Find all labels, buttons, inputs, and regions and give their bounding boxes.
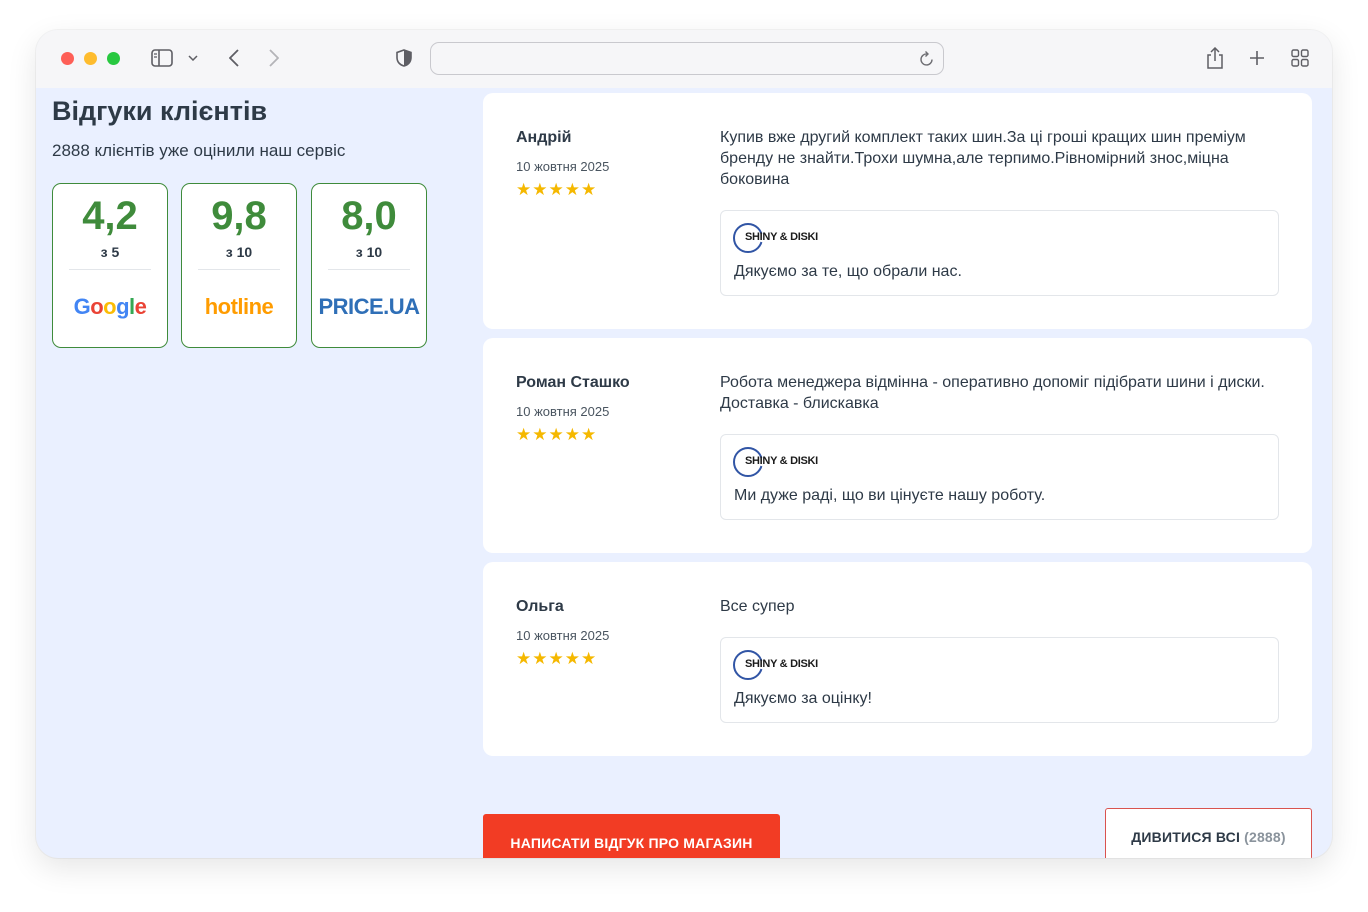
- reply-text: Ми дуже раді, що ви цінуєте нашу роботу.: [734, 487, 1046, 504]
- star-rating-icon: ★★★★★: [516, 425, 598, 444]
- chevron-down-icon[interactable]: [186, 45, 200, 71]
- rating-card-google[interactable]: 4,2 з 5 Google: [52, 183, 168, 348]
- tab-overview-icon[interactable]: [1289, 45, 1311, 71]
- sidebar-toggle-icon[interactable]: [150, 45, 174, 71]
- page-content: Відгуки клієнтів 2888 клієнтів уже оціни…: [36, 88, 1332, 858]
- star-rating-icon: ★★★★★: [516, 180, 598, 199]
- reviews-summary: 2888 клієнтів уже оцінили наш сервіс: [52, 141, 346, 160]
- rating-score: 4,2: [82, 194, 138, 238]
- review-author: Ольга: [516, 598, 564, 615]
- logo-name: SHINY & DISKI: [745, 231, 818, 243]
- store-reply: SHINY & DISKI Дякуємо за те, що обрали н…: [720, 210, 1279, 296]
- minimize-window-button[interactable]: [84, 52, 97, 65]
- google-logo: Google: [73, 294, 147, 319]
- forward-arrow-icon[interactable]: [264, 45, 284, 71]
- rating-card-price-ua[interactable]: 8,0 з 10 PRICE.UA: [311, 183, 427, 348]
- back-arrow-icon[interactable]: [224, 45, 244, 71]
- store-reply: SHINY & DISKI Ми дуже раді, що ви цінуєт…: [720, 434, 1279, 520]
- hotline-logo: hotline: [204, 294, 274, 319]
- share-icon[interactable]: [1204, 45, 1226, 71]
- reply-text: Дякуємо за оцінку!: [734, 690, 872, 707]
- star-rating-icon: ★★★★★: [516, 649, 598, 668]
- review-date: 10 жовтня 2025: [516, 404, 610, 419]
- rating-card-hotline[interactable]: 9,8 з 10 hotline: [181, 183, 297, 348]
- browser-toolbar: [36, 30, 1332, 88]
- price-ua-logo: PRICE.UA: [318, 294, 420, 319]
- view-all-count: (2888): [1244, 829, 1286, 845]
- reply-text: Дякуємо за те, що обрали нас.: [734, 263, 962, 280]
- review-date: 10 жовтня 2025: [516, 628, 610, 643]
- shiny-diski-logo: SHINY & DISKI: [733, 650, 843, 680]
- write-review-button[interactable]: НАПИСАТИ ВІДГУК ПРО МАГАЗИН: [483, 814, 780, 858]
- review-card: Ольга 10 жовтня 2025 ★★★★★ Все супер SHI…: [483, 562, 1312, 756]
- rating-score: 8,0: [341, 194, 397, 238]
- review-card: Андрій 10 жовтня 2025 ★★★★★ Купив вже др…: [483, 93, 1312, 329]
- shiny-diski-logo: SHINY & DISKI: [733, 447, 843, 477]
- review-text: Робота менеджера відмінна - оперативно д…: [720, 374, 1265, 412]
- page-title: Відгуки клієнтів: [52, 96, 268, 126]
- rating-scale: з 10: [225, 244, 253, 260]
- rating-scale: з 10: [355, 244, 383, 260]
- view-all-reviews-button[interactable]: ДИВИТИСЯ ВСІ (2888): [1105, 808, 1312, 858]
- new-tab-plus-icon[interactable]: [1246, 45, 1268, 71]
- view-all-label: ДИВИТИСЯ ВСІ: [1131, 829, 1241, 845]
- zoom-window-button[interactable]: [107, 52, 120, 65]
- review-author: Андрій: [516, 129, 572, 146]
- address-bar[interactable]: [430, 42, 944, 75]
- shiny-diski-logo: SHINY & DISKI: [733, 223, 843, 253]
- review-card: Роман Сташко 10 жовтня 2025 ★★★★★ Робота…: [483, 338, 1312, 553]
- rating-scale: з 5: [100, 244, 120, 260]
- divider: [328, 269, 410, 270]
- store-reply: SHINY & DISKI Дякуємо за оцінку!: [720, 637, 1279, 723]
- review-date: 10 жовтня 2025: [516, 159, 610, 174]
- review-author: Роман Сташко: [516, 374, 630, 391]
- close-window-button[interactable]: [61, 52, 74, 65]
- logo-name: SHINY & DISKI: [745, 455, 818, 467]
- reload-icon[interactable]: [919, 50, 935, 72]
- divider: [69, 269, 151, 270]
- rating-score: 9,8: [211, 194, 267, 238]
- browser-window: Відгуки клієнтів 2888 клієнтів уже оціни…: [36, 30, 1332, 858]
- logo-name: SHINY & DISKI: [745, 658, 818, 670]
- divider: [198, 269, 280, 270]
- review-text: Купив вже другий комплект таких шин.За ц…: [720, 129, 1246, 188]
- review-text: Все супер: [720, 598, 795, 615]
- privacy-shield-icon[interactable]: [394, 45, 414, 71]
